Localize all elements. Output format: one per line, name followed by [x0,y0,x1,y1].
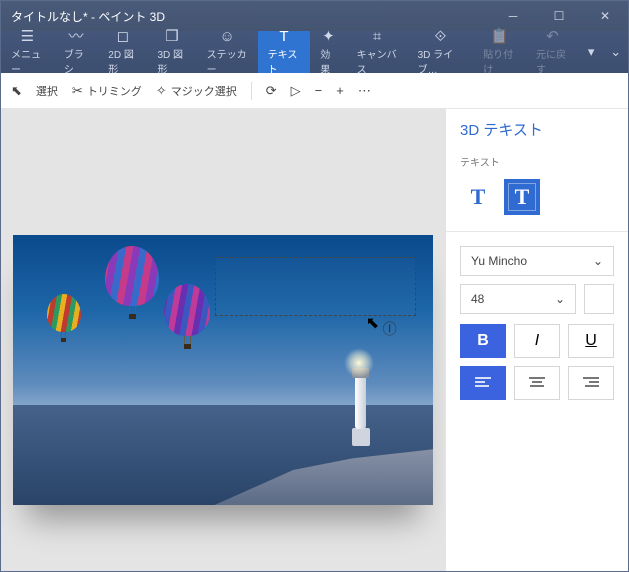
rotate-tool[interactable]: ⟳ [266,83,277,99]
trim-tool[interactable]: ✂トリミング [72,83,142,99]
2d-shapes-tab[interactable]: ◻2D 図形 [98,31,147,73]
align-center-button[interactable] [514,366,560,400]
size-value: 48 [471,292,484,306]
magic-select-tool[interactable]: ✧マジック選択 [156,83,237,99]
separator [251,82,252,100]
zoom-in-button[interactable]: + [336,83,344,98]
brush-tab[interactable]: 〰ブラシ [54,31,98,73]
maximize-button[interactable]: ☐ [536,1,582,31]
side-panel: 3D テキスト テキスト T T Yu Mincho ⌄ 48 ⌄ B I [445,109,628,571]
minimize-button[interactable]: ─ [490,1,536,31]
sticker-tab[interactable]: ☺ステッカー [197,31,258,73]
3d-shapes-tab[interactable]: ❒3D 図形 [147,31,196,73]
2d-text-button[interactable]: T [460,179,496,215]
3d-library-tab[interactable]: ⟐3D ライブ… [408,31,474,73]
3d-icon: ❒ [165,29,178,44]
lighthouse-base [352,428,370,446]
plus-icon: + [336,83,344,98]
cursor-icon: ⬉ [366,313,379,333]
text-section-label: テキスト [446,150,628,175]
ribbon: ☰メニュー 〰ブラシ ◻2D 図形 ❒3D 図形 ☺ステッカー Tテキスト ✦効… [1,31,628,73]
sticker-icon: ☺ [219,29,234,44]
lighthouse [355,375,366,429]
minus-icon: − [315,83,323,98]
canvas-area[interactable]: ⬉ Ⓘ [1,109,445,571]
2d-icon: ◻ [117,29,129,44]
menu-icon: ☰ [21,29,34,44]
italic-button[interactable]: I [514,324,560,358]
more-dropdown[interactable]: ▾ [579,31,604,73]
chevron-down-icon: ⌄ [555,292,565,306]
canvas-tab[interactable]: ⌗キャンバス [347,31,408,73]
zoom-out-button[interactable]: − [315,83,323,98]
titlebar: タイトルなし* - ペイント 3D ─ ☐ ✕ [1,1,628,31]
font-value: Yu Mincho [471,254,527,268]
close-button[interactable]: ✕ [582,1,628,31]
pointer-tool[interactable]: ⬉ [11,83,22,99]
panel-header: 3D テキスト [446,109,628,150]
magic-icon: ✧ [156,83,167,99]
brush-icon: 〰 [69,29,84,44]
effects-icon: ✦ [322,29,335,44]
font-select[interactable]: Yu Mincho ⌄ [460,246,614,276]
text-cursor-icon: Ⓘ [383,319,397,339]
window-title: タイトルなし* - ペイント 3D [1,8,490,25]
rotate-icon: ⟳ [266,83,277,99]
crop-icon: ✂ [72,83,83,99]
canvas-image[interactable]: ⬉ Ⓘ [13,235,433,505]
text-tab[interactable]: Tテキスト [258,31,311,73]
balloon-2 [164,284,210,349]
menu-button[interactable]: ☰メニュー [1,31,54,73]
chevron-down-icon: ⌄ [593,254,603,268]
text-selection-box[interactable] [215,257,417,316]
balloon-1 [105,246,159,319]
flip-tool[interactable]: ▷ [291,83,301,99]
toolbar: ⬉ 選択 ✂トリミング ✧マジック選択 ⟳ ▷ − + ⋯ [1,73,628,109]
align-left-button[interactable] [460,366,506,400]
undo-button[interactable]: ↶元に戻す [526,31,579,73]
chevron-down-icon[interactable]: ⌄ [603,31,628,73]
color-swatch[interactable] [584,284,614,314]
pointer-icon: ⬉ [11,83,22,99]
text-icon: T [279,29,288,44]
paste-button[interactable]: 📋貼り付け [473,31,526,73]
more-tools[interactable]: ⋯ [358,83,371,99]
canvas-icon: ⌗ [373,29,381,44]
3d-text-button[interactable]: T [504,179,540,215]
divider [446,231,628,232]
balloon-3 [47,294,81,342]
flip-icon: ▷ [291,83,301,99]
effects-tab[interactable]: ✦効果 [310,31,346,73]
more-icon: ⋯ [358,83,371,99]
paste-icon: 📋 [490,29,509,44]
bold-button[interactable]: B [460,324,506,358]
library-icon: ⟐ [434,29,446,44]
font-size-select[interactable]: 48 ⌄ [460,284,576,314]
underline-button[interactable]: U [568,324,614,358]
undo-icon: ↶ [546,29,559,44]
align-right-button[interactable] [568,366,614,400]
select-tool[interactable]: 選択 [36,83,58,99]
